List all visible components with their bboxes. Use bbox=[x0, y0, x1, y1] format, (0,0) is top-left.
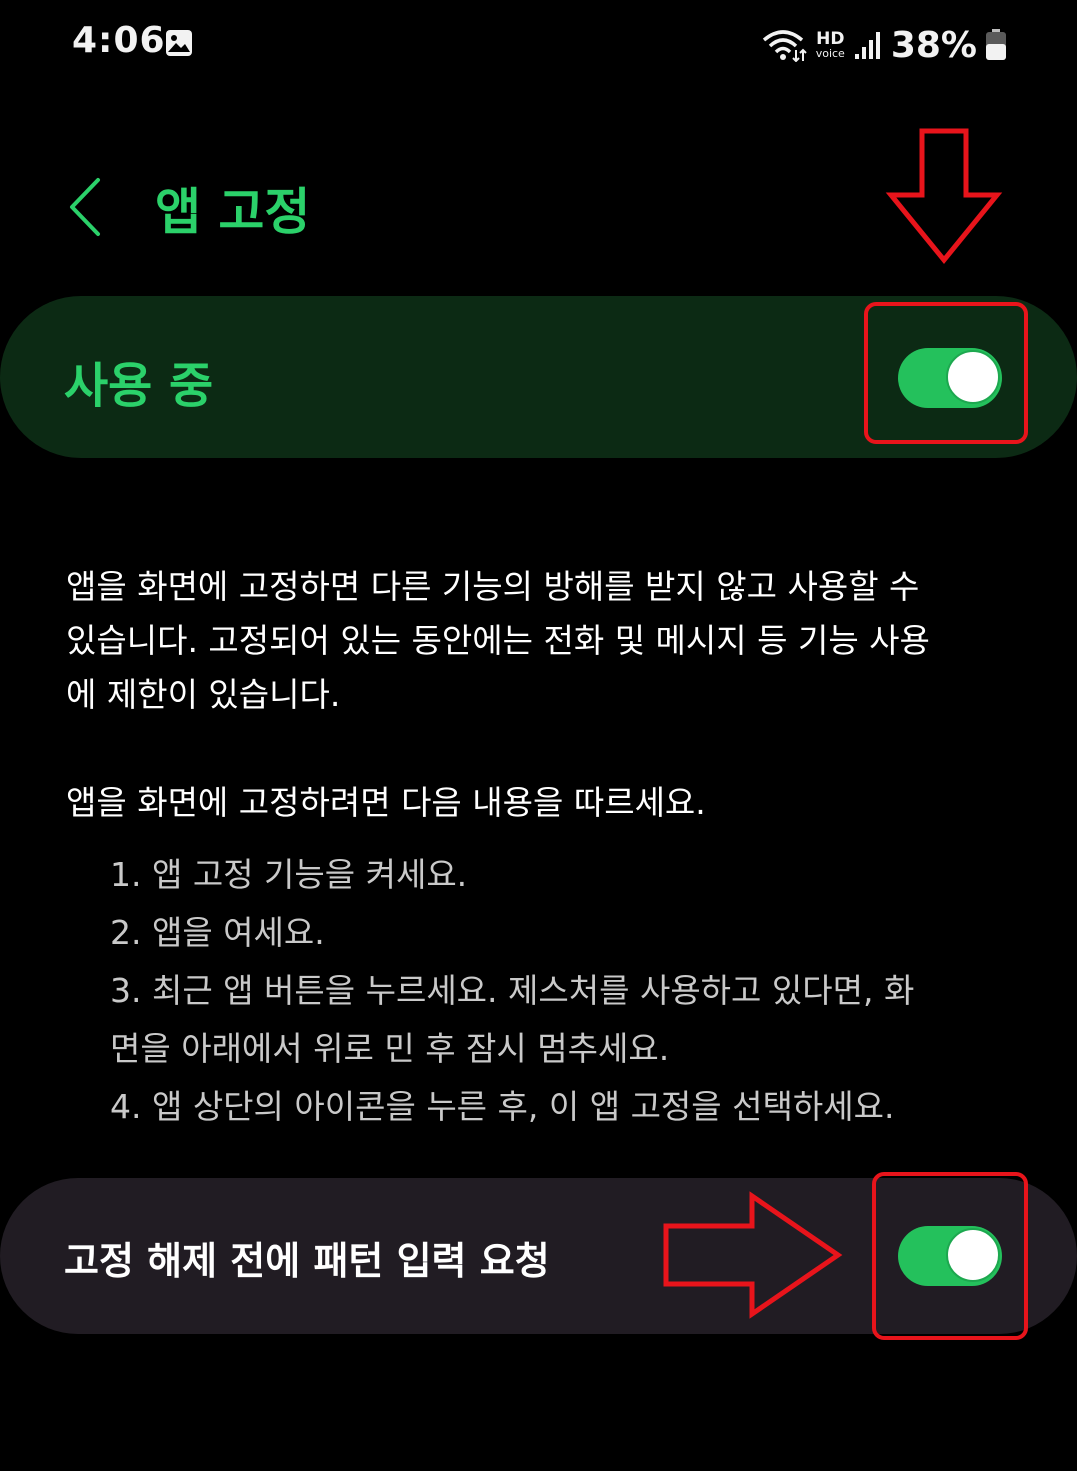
wifi-icon bbox=[762, 30, 807, 62]
gallery-icon bbox=[166, 30, 192, 56]
description-line: 있습니다. 고정되어 있는 동안에는 전화 및 메시지 등 기능 사용 bbox=[66, 621, 930, 660]
instruction-step: 4. 앱 상단의 아이콘을 누른 후, 이 앱 고정을 선택하세요. bbox=[110, 1087, 895, 1126]
instructions-heading: 앱을 화면에 고정하려면 다음 내용을 따르세요. bbox=[66, 783, 706, 822]
battery-icon bbox=[986, 29, 1006, 60]
battery-percentage: 38% bbox=[890, 24, 977, 66]
signal-icon bbox=[854, 32, 880, 59]
instructions-list: 1. 앱 고정 기능을 켜세요. 2. 앱을 여세요. 3. 최근 앱 버튼을 … bbox=[110, 846, 1010, 1136]
instruction-step: 면을 아래에서 위로 민 후 잠시 멈추세요. bbox=[110, 1029, 670, 1068]
annotation-highlight-box bbox=[872, 1172, 1028, 1340]
master-switch-label: 사용 중 bbox=[64, 358, 214, 414]
description-line: 앱을 화면에 고정하면 다른 기능의 방해를 받지 않고 사용할 수 bbox=[66, 567, 920, 606]
status-icons: HD voice 38% bbox=[762, 20, 1007, 70]
annotation-arrow-right bbox=[663, 1191, 843, 1319]
instruction-step: 3. 최근 앱 버튼을 누르세요. 제스처를 사용하고 있다면, 화 bbox=[110, 971, 915, 1010]
annotation-highlight-box bbox=[864, 302, 1028, 444]
instruction-step: 2. 앱을 여세요. bbox=[110, 913, 325, 952]
status-time: 4:06 bbox=[72, 20, 166, 61]
hd-voice-icon: HD voice bbox=[815, 29, 845, 60]
description-text: 앱을 화면에 고정하면 다른 기능의 방해를 받지 않고 사용할 수 있습니다.… bbox=[66, 560, 1026, 722]
description-line: 에 제한이 있습니다. bbox=[66, 675, 341, 714]
pattern-setting-label: 고정 해제 전에 패턴 입력 요청 bbox=[64, 1239, 550, 1283]
back-button[interactable] bbox=[58, 172, 118, 242]
status-bar: 4:06 HD voice 38% bbox=[0, 0, 1077, 90]
page-title: 앱 고정 bbox=[155, 183, 311, 241]
instruction-step: 1. 앱 고정 기능을 켜세요. bbox=[110, 855, 468, 894]
annotation-arrow-down bbox=[885, 128, 1003, 264]
